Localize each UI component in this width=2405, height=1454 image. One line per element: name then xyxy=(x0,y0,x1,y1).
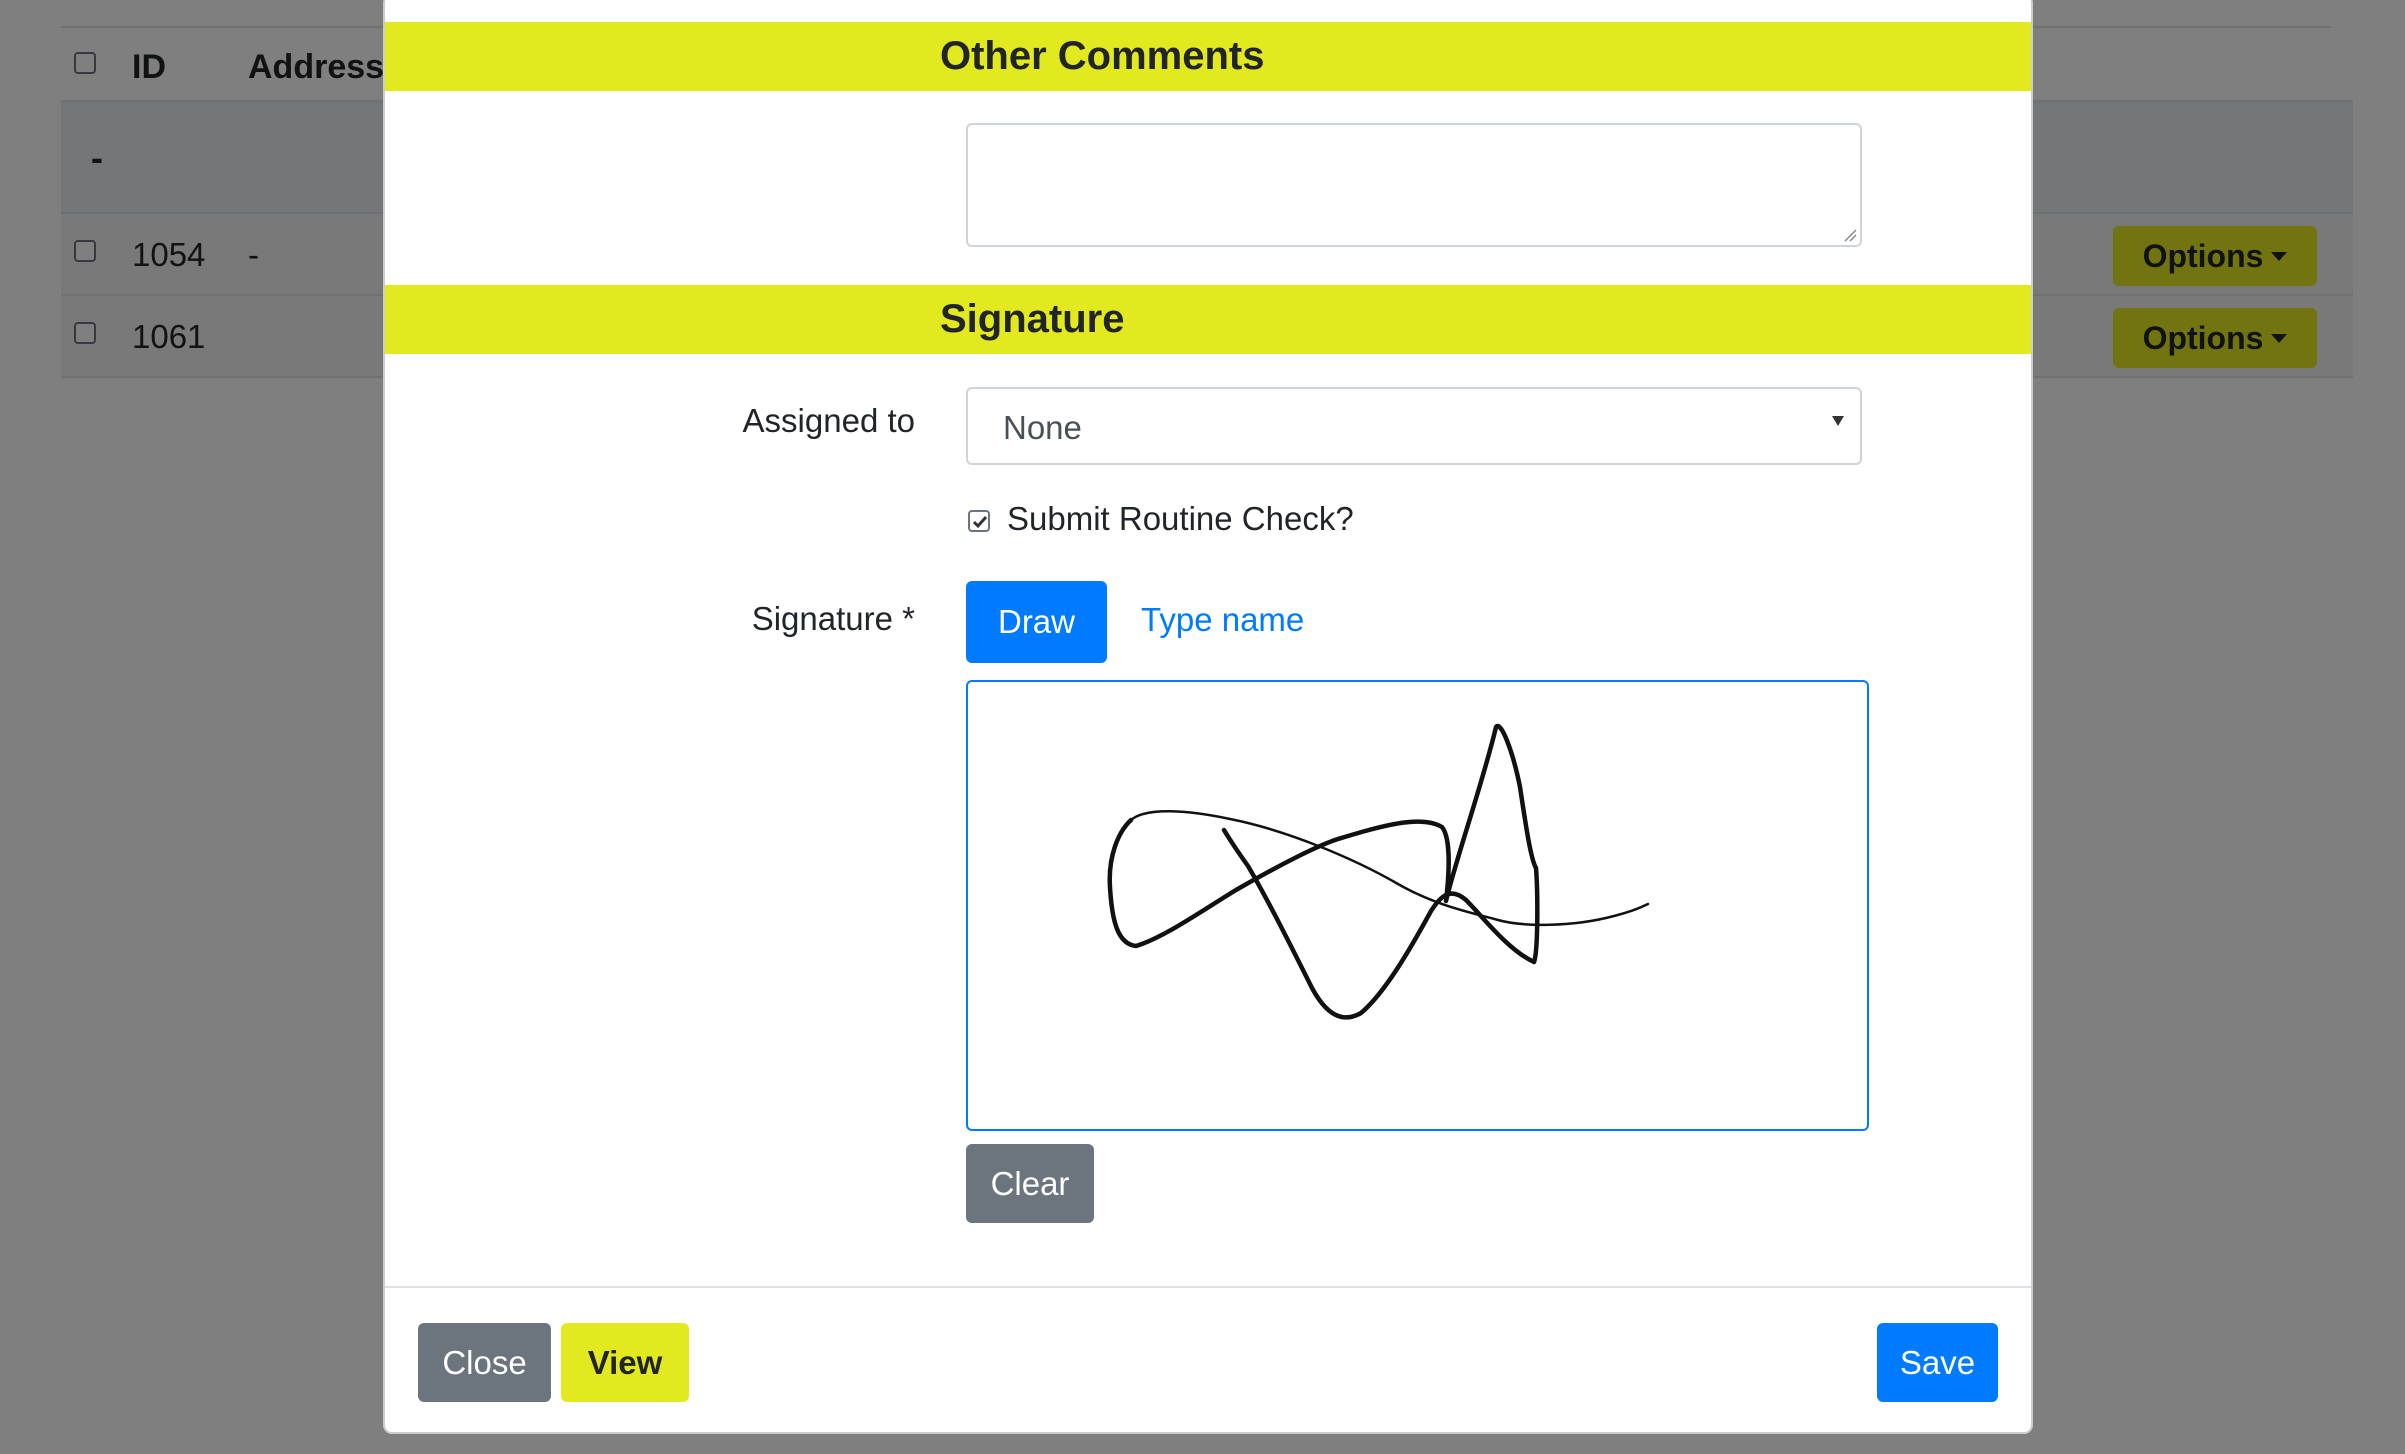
submit-routine-check-checkbox[interactable] xyxy=(968,510,990,532)
close-button[interactable]: Close xyxy=(418,1323,551,1402)
modal-footer-divider xyxy=(385,1286,2031,1288)
type-name-tab-link[interactable]: Type name xyxy=(1141,601,1304,639)
clear-signature-button[interactable]: Clear xyxy=(966,1144,1094,1223)
submit-routine-check-label[interactable]: Submit Routine Check? xyxy=(1007,500,1354,538)
assigned-to-label: Assigned to xyxy=(742,402,915,439)
signature-section-header: Signature xyxy=(385,285,2031,354)
other-comments-title: Other Comments xyxy=(940,34,1265,78)
assigned-to-select[interactable]: None xyxy=(966,387,1862,465)
resize-grip-icon[interactable] xyxy=(1843,228,1857,242)
dropdown-arrow-icon xyxy=(1832,416,1844,426)
signature-pad[interactable] xyxy=(966,680,1869,1131)
draw-tab-button[interactable]: Draw xyxy=(966,581,1107,663)
signature-drawing xyxy=(1107,723,1650,1020)
assigned-to-value: None xyxy=(1003,409,1082,446)
routine-check-modal: Other Comments Signature Assigned to Non… xyxy=(383,0,2033,1434)
view-button[interactable]: View xyxy=(561,1323,689,1402)
checkmark-icon xyxy=(972,516,988,529)
save-button[interactable]: Save xyxy=(1877,1323,1998,1402)
other-comments-header: Other Comments xyxy=(385,22,2031,91)
signature-label: Signature * xyxy=(751,600,915,637)
other-comments-textarea[interactable] xyxy=(966,123,1862,247)
signature-section-title: Signature xyxy=(940,297,1125,341)
